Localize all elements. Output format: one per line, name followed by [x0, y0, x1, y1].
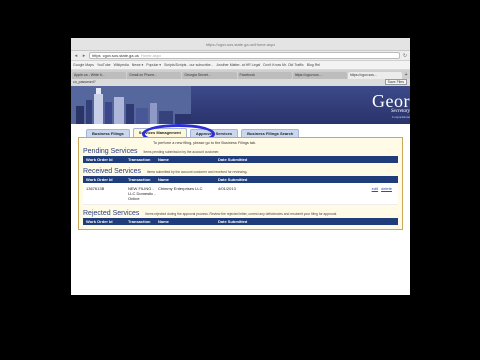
- tab-services-management[interactable]: Services Management: [132, 128, 187, 137]
- portal-tabs: Business Filings Services Management App…: [86, 124, 403, 144]
- edit-link[interactable]: edit: [372, 186, 378, 201]
- tab-approved-services[interactable]: Approved Services: [189, 129, 239, 137]
- browser-toolbar: ◂ ▸ https cgov.sos.state.ga.us Home.aspx…: [71, 51, 410, 61]
- table-row: 1367613B NEW FILING - LLC Domestic - Onl…: [83, 183, 398, 205]
- tab-business-filings[interactable]: Business Filings: [86, 129, 130, 137]
- window-titlebar: https://cgov.sos.state.ga.us/Home.aspx: [71, 38, 410, 51]
- rejected-section-header: Rejected Services Items rejected during …: [83, 210, 398, 217]
- bookmarks-bar: Google Maps YouTube Wikipedia News ▾ Pop…: [71, 61, 410, 70]
- bookmark-item[interactable]: YouTube: [97, 63, 111, 67]
- browser-tabs: Apple.ca - Write it... Gmail.on Phone...…: [71, 70, 410, 79]
- column-header: Name: [158, 177, 169, 182]
- column-header: Date Submitted: [218, 177, 248, 182]
- transaction: NEW FILING - LLC Domestic - Online: [128, 186, 156, 201]
- work-order-id: 1367613B: [86, 186, 105, 191]
- address-bar[interactable]: https cgov.sos.state.ga.us Home.aspx: [89, 52, 400, 59]
- bookmark-item[interactable]: Google Maps: [73, 63, 94, 67]
- table-header: Work Order Id Transaction Name Date Subm…: [83, 218, 398, 225]
- section-title: Pending Services: [83, 148, 138, 155]
- city-skyline-image: [71, 86, 191, 124]
- table-header: Work Order Id Transaction Name Date Subm…: [83, 176, 398, 183]
- save-files-button[interactable]: Save Files: [384, 79, 407, 85]
- url-text: cgov.sos.state.ga.us: [102, 52, 139, 58]
- site-banner: Geor Secretary Corporations: [71, 86, 410, 124]
- bookmark-item[interactable]: Wikipedia: [114, 63, 129, 67]
- table-header: Work Order Id Transaction Name Date Subm…: [83, 156, 398, 163]
- column-header: Work Order Id: [86, 157, 113, 162]
- browser-tab[interactable]: Facebook: [237, 72, 292, 79]
- section-description: Items rejected during the approval proce…: [145, 212, 338, 216]
- browser-tab[interactable]: Georgia Secret...: [182, 72, 237, 79]
- services-panel: To perform a new filing, please go to th…: [78, 137, 403, 230]
- window-title: https://cgov.sos.state.ga.us/Home.aspx: [205, 42, 276, 47]
- session-strip: cu_password? Save Files: [71, 79, 410, 86]
- bookmark-item[interactable]: News ▾: [132, 63, 143, 67]
- section-title: Received Services: [83, 168, 141, 175]
- url-scheme: https: [92, 52, 101, 58]
- section-description: Items submitted by the account customer …: [146, 170, 248, 174]
- bookmark-item[interactable]: Don't Know Mr. Old Traffic: [263, 63, 303, 67]
- pending-section-header: Pending Services Items pending submissio…: [83, 148, 398, 155]
- received-section-header: Received Services Items submitted by the…: [83, 168, 398, 175]
- browser-tab[interactable]: Gmail.on Phone...: [127, 72, 182, 79]
- bookmark-item[interactable]: Popular ▾: [146, 63, 161, 67]
- forward-icon[interactable]: ▸: [81, 53, 87, 59]
- session-text: cu_password?: [73, 80, 96, 84]
- bookmark-item[interactable]: Blog Rel: [307, 63, 320, 67]
- column-header: Transaction: [128, 219, 151, 224]
- column-header: Work Order Id: [86, 177, 113, 182]
- column-header: Name: [158, 157, 169, 162]
- column-header: Work Order Id: [86, 219, 113, 224]
- bookmark-item[interactable]: Scripts/Scripts - our subscribe...: [164, 63, 213, 67]
- browser-window: https://cgov.sos.state.ga.us/Home.aspx ◂…: [71, 38, 410, 295]
- new-tab-button[interactable]: +: [403, 72, 409, 79]
- entity-name: Chimmy Enterprises LLC: [158, 186, 203, 191]
- column-header: Date Submitted: [218, 219, 248, 224]
- column-header: Name: [158, 219, 169, 224]
- browser-tab[interactable]: Apple.ca - Write it...: [72, 72, 127, 79]
- column-header: Transaction: [128, 157, 151, 162]
- delete-link[interactable]: delete: [381, 186, 392, 201]
- back-icon[interactable]: ◂: [73, 53, 79, 59]
- new-filing-notice: To perform a new filing, please go to th…: [153, 141, 257, 145]
- reload-icon[interactable]: ↻: [402, 53, 408, 59]
- site-subtitle-2: Corporations: [391, 115, 410, 119]
- column-header: Date Submitted: [218, 157, 248, 162]
- tab-business-filings-search[interactable]: Business Filings Search: [241, 129, 300, 137]
- main-content: Business Filings Services Management App…: [71, 124, 410, 230]
- site-subtitle: Secretary: [391, 109, 410, 114]
- browser-tab-active[interactable]: https://cgov.sos...: [347, 72, 403, 79]
- browser-tab[interactable]: https://cgov.sos...: [292, 72, 347, 79]
- bookmark-item[interactable]: Another Matter- at HR Legal: [216, 63, 260, 67]
- section-description: Items pending submission by the account …: [143, 150, 220, 154]
- url-hint: Home.aspx: [140, 52, 162, 58]
- section-title: Rejected Services: [83, 210, 140, 217]
- column-header: Transaction: [128, 177, 151, 182]
- date-submitted: 4/01/2013: [218, 186, 236, 191]
- row-actions: edit delete: [308, 186, 398, 201]
